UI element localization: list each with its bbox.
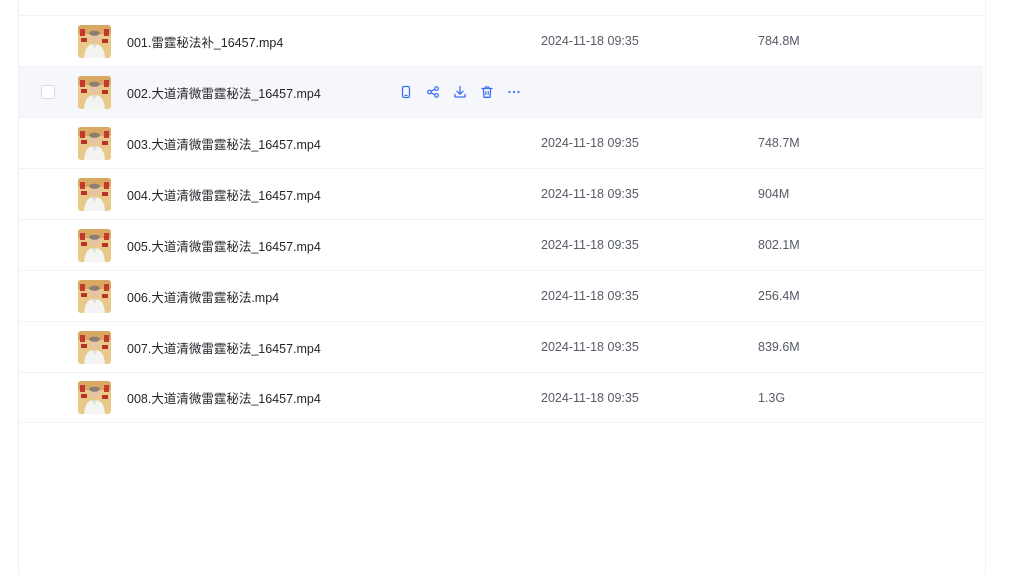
file-size: 1.3G <box>758 390 786 405</box>
video-thumbnail <box>78 177 111 211</box>
file-date: 2024-11-18 09:35 <box>541 340 639 354</box>
file-name[interactable]: 001.雷霆秘法补_16457.mp4 <box>127 32 283 51</box>
file-name[interactable]: 004.大道清微雷霆秘法_16457.mp4 <box>127 185 321 204</box>
file-size: 748.7M <box>758 136 800 150</box>
download-icon[interactable] <box>452 84 468 100</box>
video-thumbnail <box>78 75 111 109</box>
file-size: 839.6M <box>758 340 800 354</box>
table-row[interactable]: 002.大道清微雷霆秘法_16457.mp4 <box>19 66 983 117</box>
file-list: 001.雷霆秘法补_16457.mp4 2024-11-18 09:35 784.8… <box>19 15 983 423</box>
file-date: 2024-11-18 09:35 <box>541 187 639 201</box>
share-icon[interactable] <box>425 84 441 100</box>
file-name[interactable]: 006.大道清微雷霆秘法.mp4 <box>127 287 279 306</box>
video-thumbnail <box>78 24 111 58</box>
video-thumbnail <box>78 330 111 364</box>
table-row[interactable]: 003.大道清微雷霆秘法_16457.mp4 2024-11-18 09:35 74… <box>19 117 983 168</box>
file-name[interactable]: 008.大道清微雷霆秘法_16457.mp4 <box>127 388 321 407</box>
video-thumbnail <box>78 228 111 262</box>
file-size: 784.8M <box>758 34 800 48</box>
video-thumbnail <box>78 126 111 160</box>
file-name[interactable]: 007.大道清微雷霆秘法_16457.mp4 <box>127 338 321 357</box>
file-date: 2024-11-18 09:35 <box>541 289 639 303</box>
row-actions <box>398 84 522 100</box>
trash-icon[interactable] <box>479 84 495 100</box>
video-thumbnail <box>78 381 111 414</box>
table-row[interactable]: 007.大道清微雷霆秘法_16457.mp4 2024-11-18 09:35 83… <box>19 321 983 372</box>
file-list-panel: 001.雷霆秘法补_16457.mp4 2024-11-18 09:35 784.8… <box>18 0 986 574</box>
file-name[interactable]: 002.大道清微雷霆秘法_16457.mp4 <box>127 83 321 102</box>
table-row[interactable]: 001.雷霆秘法补_16457.mp4 2024-11-18 09:35 784.8… <box>19 15 983 66</box>
file-date: 2024-11-18 09:35 <box>541 34 639 48</box>
table-row[interactable]: 005.大道清微雷霆秘法_16457.mp4 2024-11-18 09:35 80… <box>19 219 983 270</box>
phone-icon[interactable] <box>398 84 414 100</box>
file-size: 256.4M <box>758 289 800 303</box>
file-date: 2024-11-18 09:35 <box>541 238 639 252</box>
file-name[interactable]: 005.大道清微雷霆秘法_16457.mp4 <box>127 236 321 255</box>
file-date: 2024-11-18 09:35 <box>541 136 639 150</box>
video-thumbnail <box>78 279 111 313</box>
file-size: 802.1M <box>758 238 800 252</box>
table-row[interactable]: 004.大道清微雷霆秘法_16457.mp4 2024-11-18 09:35 90… <box>19 168 983 219</box>
file-date: 2024-11-18 09:35 <box>541 390 639 405</box>
file-size: 904M <box>758 187 790 201</box>
table-row[interactable]: 008.大道清微雷霆秘法_16457.mp4 2024-11-18 09:35 1.… <box>19 372 983 423</box>
file-name[interactable]: 003.大道清微雷霆秘法_16457.mp4 <box>127 134 321 153</box>
row-checkbox[interactable] <box>41 85 55 99</box>
table-row[interactable]: 006.大道清微雷霆秘法.mp4 2024-11-18 09:35 256.4M <box>19 270 983 321</box>
more-icon[interactable] <box>506 84 522 100</box>
